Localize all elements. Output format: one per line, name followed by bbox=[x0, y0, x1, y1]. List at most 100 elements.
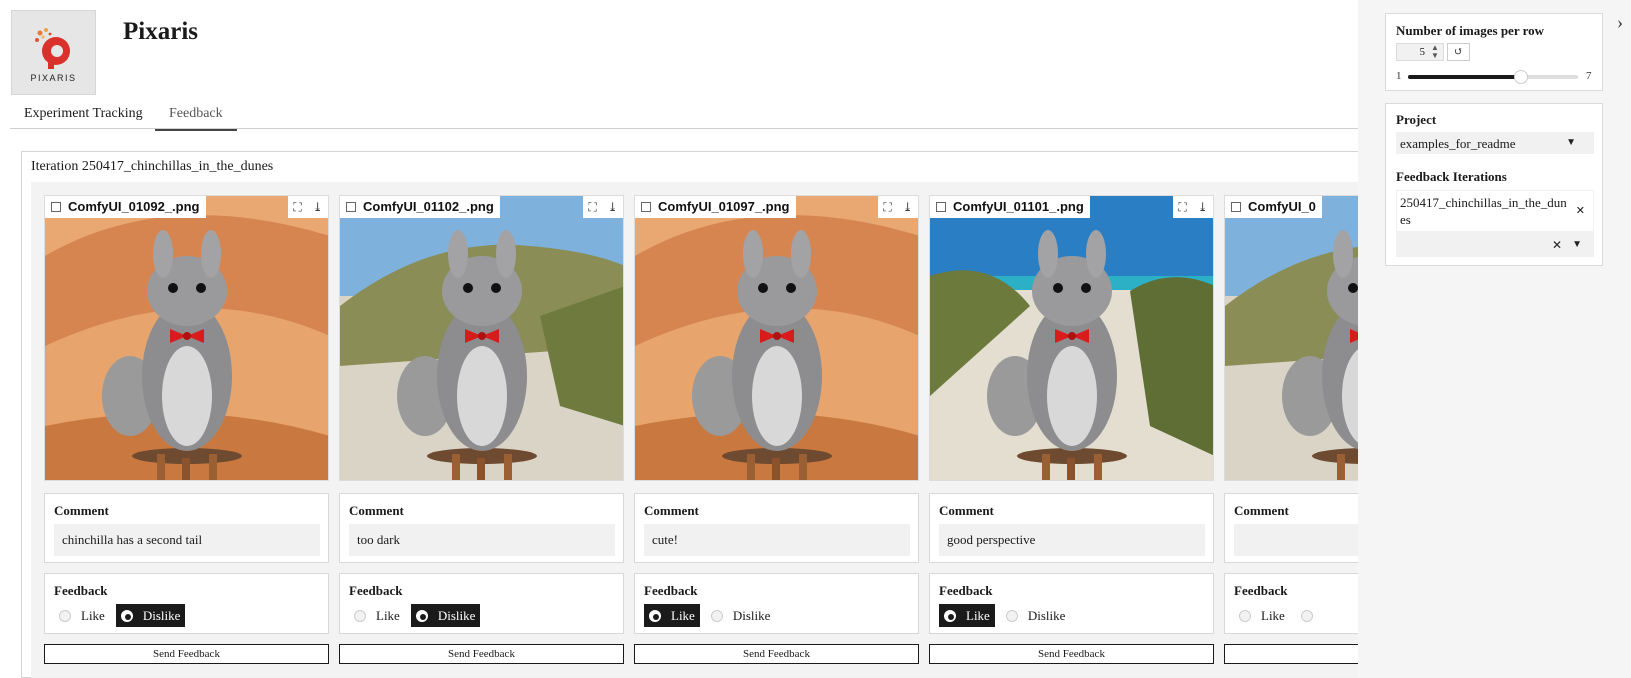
chevron-right-icon[interactable]: › bbox=[1617, 12, 1623, 33]
image-filename: ComfyUI_01092_.png bbox=[68, 199, 200, 214]
image-file-icon bbox=[641, 202, 651, 212]
image-filename: ComfyUI_01101_.png bbox=[953, 199, 1084, 214]
feedback-label: Feedback bbox=[644, 583, 698, 598]
tab-experiment-tracking[interactable]: Experiment Tracking bbox=[10, 106, 157, 129]
radio-dot bbox=[59, 609, 71, 622]
like-label: Like bbox=[671, 607, 695, 623]
feedback-label: Feedback bbox=[939, 583, 993, 598]
comment-label: Comment bbox=[349, 503, 404, 518]
radio-dot bbox=[354, 609, 366, 622]
radio-dot bbox=[944, 609, 956, 622]
fullscreen-icon[interactable]: ⛶ bbox=[588, 200, 596, 215]
generated-image[interactable]: ComfyUI_01097_.png ⛶ ⤓ bbox=[634, 195, 919, 481]
comment-input[interactable]: good perspective bbox=[939, 524, 1205, 556]
comment-box: Comment good perspective bbox=[929, 493, 1214, 563]
comment-label: Comment bbox=[54, 503, 109, 518]
image-filename: ComfyUI_01102_.png bbox=[363, 199, 494, 214]
image-file-icon bbox=[346, 202, 356, 212]
image-file-icon bbox=[1231, 202, 1241, 212]
dislike-radio[interactable]: Dislike bbox=[115, 604, 186, 627]
iteration-tag: 250417_chinchillas_in_the_dunes ✕ bbox=[1397, 191, 1593, 231]
download-icon[interactable]: ⤓ bbox=[903, 200, 913, 215]
comment-label: Comment bbox=[939, 503, 994, 518]
image-file-icon bbox=[936, 202, 946, 212]
comment-input[interactable]: cute! bbox=[644, 524, 910, 556]
image-filename-label: ComfyUI_01092_.png bbox=[45, 196, 206, 218]
like-radio[interactable]: Like bbox=[644, 604, 700, 627]
dislike-radio[interactable] bbox=[1296, 604, 1328, 627]
project-select[interactable]: examples_for_readme ▼ bbox=[1396, 132, 1594, 154]
download-icon[interactable]: ⤓ bbox=[313, 200, 323, 215]
slider-min-label: 1 bbox=[1396, 70, 1402, 82]
number-stepper-icon[interactable]: ▲ ▼ bbox=[1428, 44, 1442, 60]
chevron-down-icon[interactable]: ▼ bbox=[1572, 239, 1582, 250]
image-filename: ComfyUI_0 bbox=[1248, 199, 1316, 214]
project-card: Project examples_for_readme ▼ Feedback I… bbox=[1385, 103, 1603, 266]
image-filename-label: ComfyUI_0 bbox=[1225, 196, 1322, 218]
feedback-iterations-label: Feedback Iterations bbox=[1396, 169, 1507, 184]
image-actions: ⛶ ⤓ bbox=[583, 196, 623, 218]
dislike-radio[interactable]: Dislike bbox=[1001, 604, 1071, 627]
send-feedback-button[interactable]: Send Feedback bbox=[929, 644, 1214, 664]
radio-dot bbox=[1005, 609, 1018, 622]
comment-box: Comment chinchilla has a second tail bbox=[44, 493, 329, 563]
tab-bar: Experiment Tracking Feedback bbox=[10, 100, 1360, 131]
remove-tag-icon[interactable]: ✕ bbox=[1576, 203, 1585, 220]
image-file-icon bbox=[51, 202, 61, 212]
tab-feedback[interactable]: Feedback bbox=[155, 106, 237, 131]
image-actions: ⛶ ⤓ bbox=[1173, 196, 1213, 218]
comment-input[interactable]: chinchilla has a second tail bbox=[54, 524, 320, 556]
feedback-box: Feedback Like Dislike bbox=[339, 573, 624, 634]
iteration-tag-label: 250417_chinchillas_in_the_dunes bbox=[1400, 195, 1567, 227]
reset-icon[interactable]: ↺ bbox=[1447, 43, 1470, 61]
send-feedback-button[interactable]: Send Feedback bbox=[339, 644, 624, 664]
chinchilla-image bbox=[340, 196, 623, 480]
like-radio[interactable]: Like bbox=[939, 604, 995, 627]
generated-image[interactable]: ComfyUI_01102_.png ⛶ ⤓ bbox=[339, 195, 624, 481]
like-radio[interactable]: Like bbox=[54, 604, 110, 627]
feedback-radio-group: Like Dislike bbox=[939, 604, 1070, 627]
iteration-panel: Iteration 250417_chinchillas_in_the_dune… bbox=[21, 151, 1509, 678]
fullscreen-icon[interactable]: ⛶ bbox=[1178, 200, 1186, 215]
app-logo: PIXARIS bbox=[11, 10, 96, 95]
radio-dot bbox=[1300, 609, 1313, 622]
dislike-label: Dislike bbox=[142, 607, 181, 623]
feedback-radio-group: Like Dislike bbox=[644, 604, 775, 627]
send-feedback-button[interactable]: Send Feedback bbox=[634, 644, 919, 664]
feedback-radio-group: Like Dislike bbox=[54, 604, 186, 627]
like-radio[interactable]: Like bbox=[1234, 604, 1290, 627]
clear-icon[interactable]: ✕ bbox=[1552, 238, 1562, 253]
fullscreen-icon[interactable]: ⛶ bbox=[883, 200, 891, 215]
download-icon[interactable]: ⤓ bbox=[1198, 200, 1208, 215]
dislike-radio[interactable]: Dislike bbox=[706, 604, 776, 627]
like-label: Like bbox=[966, 607, 990, 623]
slider-thumb[interactable] bbox=[1514, 70, 1529, 84]
generated-image[interactable]: ComfyUI_01101_.png ⛶ ⤓ bbox=[929, 195, 1214, 481]
dislike-label: Dislike bbox=[437, 607, 476, 623]
iteration-title: Iteration 250417_chinchillas_in_the_dune… bbox=[31, 159, 274, 174]
project-label: Project bbox=[1396, 112, 1437, 127]
like-label: Like bbox=[1261, 607, 1285, 623]
images-per-row-slider[interactable] bbox=[1408, 70, 1578, 84]
slider-max-label: 7 bbox=[1586, 70, 1592, 82]
dislike-radio[interactable]: Dislike bbox=[410, 604, 481, 627]
comment-input[interactable]: too dark bbox=[349, 524, 615, 556]
image-card: ComfyUI_01101_.png ⛶ ⤓ Comment good pers… bbox=[916, 182, 1214, 678]
feedback-radio-group: Like bbox=[1234, 604, 1328, 627]
generated-image[interactable]: ComfyUI_01092_.png ⛶ ⤓ bbox=[44, 195, 329, 481]
feedback-label: Feedback bbox=[54, 583, 108, 598]
radio-dot bbox=[415, 609, 428, 622]
download-icon[interactable]: ⤓ bbox=[608, 200, 618, 215]
fullscreen-icon[interactable]: ⛶ bbox=[293, 200, 301, 215]
like-radio[interactable]: Like bbox=[349, 604, 405, 627]
send-feedback-button[interactable]: Send Feedback bbox=[44, 644, 329, 664]
chevron-down-icon: ▼ bbox=[1566, 137, 1576, 148]
image-card: ComfyUI_01097_.png ⛶ ⤓ Comment cute! Fee… bbox=[621, 182, 919, 678]
sidebar: › Number of images per row 5 ▲ ▼ ↺ 1 7 Pr… bbox=[1358, 0, 1631, 678]
image-filename-label: ComfyUI_01102_.png bbox=[340, 196, 500, 218]
feedback-label: Feedback bbox=[349, 583, 403, 598]
like-label: Like bbox=[376, 607, 400, 623]
feedback-iterations-select[interactable]: 250417_chinchillas_in_the_dunes ✕ ✕ ▼ bbox=[1396, 190, 1594, 257]
image-grid: ComfyUI_01092_.png ⛶ ⤓ Comment chinchill… bbox=[31, 182, 1509, 678]
dislike-label: Dislike bbox=[1027, 607, 1066, 623]
